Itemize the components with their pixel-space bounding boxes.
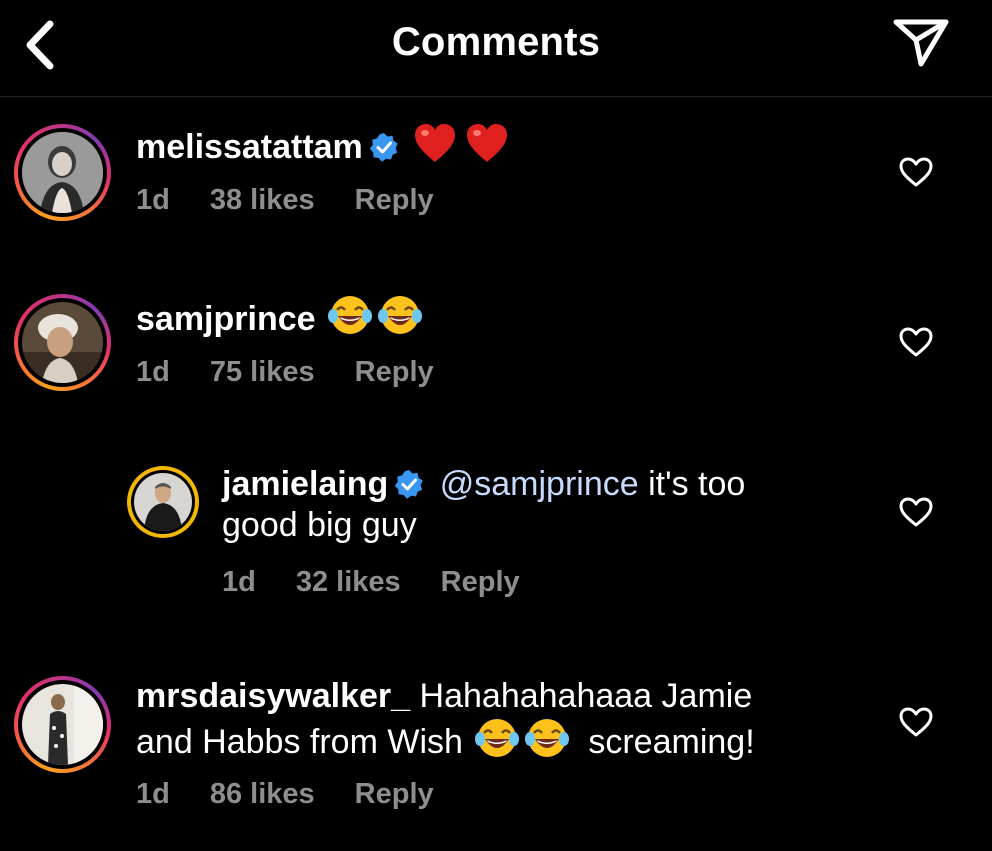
page-title: Comments [391,20,601,64]
laughing-tears-emoji-icon [327,294,372,346]
laughing-tears-emoji-icon [377,294,422,346]
reply-button[interactable]: Reply [441,566,520,598]
avatar-photo [22,132,103,213]
avatar[interactable] [14,294,111,391]
like-button[interactable] [898,496,934,528]
like-button[interactable] [898,706,934,738]
comment-time: 1d [136,356,170,388]
comment-item: melissatattam 1d 38 likes Reply [0,120,992,230]
comment-username[interactable]: jamielaing [222,465,388,503]
comment-text: it's too [648,465,746,503]
comment-username[interactable]: mrsdaisywalker_ [136,677,410,715]
heart-emoji-icon [465,122,509,174]
laughing-tears-emoji-icon [474,717,519,769]
comment-text: and Habbs from Wish [136,723,463,761]
like-button[interactable] [898,326,934,358]
comment-text: good big guy [222,506,417,544]
comment-item: samjprince 1d 75 likes Reply [0,292,992,402]
comment-time: 1d [136,184,170,216]
reply-button[interactable]: Reply [355,184,434,216]
comment-text: Hahahahahaaa Jamie [419,677,753,715]
share-button[interactable] [890,14,952,70]
reply-button[interactable]: Reply [355,778,434,810]
reply-button[interactable]: Reply [355,356,434,388]
heart-outline-icon [899,157,933,187]
avatar[interactable] [14,124,111,221]
verified-badge-icon [369,133,398,162]
header-bar: Comments [0,0,992,97]
comments-screen: Comments melissatattam 1d 38 likes Reply… [0,0,992,851]
comment-item: mrsdaisywalker_ Hahahahahaaa Jamie and H… [0,674,992,824]
heart-outline-icon [899,707,933,737]
avatar-photo [22,302,103,383]
heart-outline-icon [899,327,933,357]
like-button[interactable] [898,156,934,188]
verified-badge-icon [395,470,424,499]
laughing-tears-emoji-icon [524,717,569,769]
heart-emoji-icon [413,122,457,174]
reply-comment-item: jamielaing @samjprince it's too good big… [0,462,992,612]
avatar-photo [22,684,103,765]
comment-likes[interactable]: 75 likes [210,356,315,388]
comment-text: screaming! [588,723,755,761]
comment-username[interactable]: samjprince [136,300,316,338]
avatar[interactable] [127,466,199,538]
comment-username[interactable]: melissatattam [136,128,363,166]
paper-plane-icon [893,19,949,67]
comment-likes[interactable]: 38 likes [210,184,315,216]
comment-likes[interactable]: 32 likes [296,566,401,598]
avatar-photo [134,473,192,531]
comment-time: 1d [222,566,256,598]
comment-mention[interactable]: @samjprince [440,465,639,503]
comment-time: 1d [136,778,170,810]
heart-outline-icon [899,497,933,527]
comment-likes[interactable]: 86 likes [210,778,315,810]
avatar[interactable] [14,676,111,773]
